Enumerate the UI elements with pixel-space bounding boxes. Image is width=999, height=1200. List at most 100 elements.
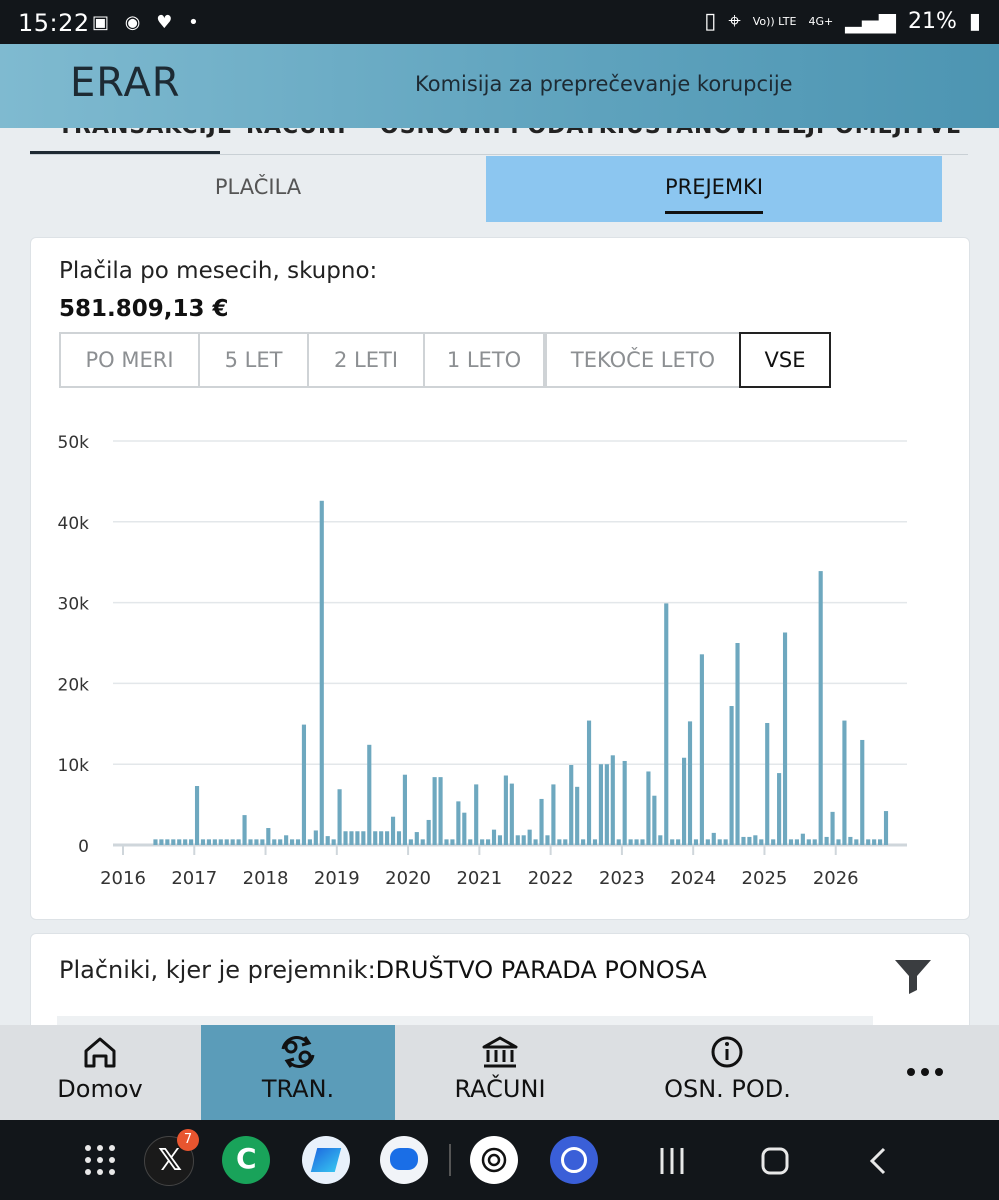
chart-bar[interactable] — [456, 801, 461, 845]
range-po-meri-button[interactable]: PO MERI — [59, 332, 200, 388]
chart-bar[interactable] — [337, 789, 342, 845]
chart-bar[interactable] — [420, 839, 425, 845]
chart-bar[interactable] — [189, 839, 194, 845]
chart-bar[interactable] — [278, 839, 283, 845]
chart-bar[interactable] — [497, 835, 503, 845]
filter-icon[interactable] — [893, 956, 933, 996]
chart-bar[interactable] — [735, 643, 740, 845]
chart-bar[interactable] — [462, 812, 467, 845]
x-app-icon[interactable]: 𝕏 7 — [144, 1129, 199, 1186]
chart-bar[interactable] — [878, 839, 883, 845]
recent-apps-icon[interactable] — [658, 1146, 686, 1176]
chart-bar[interactable] — [390, 816, 396, 845]
app-drawer-icon[interactable] — [84, 1144, 116, 1176]
chart-bar[interactable] — [777, 773, 782, 845]
back-button-icon[interactable] — [866, 1146, 890, 1176]
chart-bar[interactable] — [788, 839, 794, 845]
nav-domov[interactable]: Domov — [0, 1025, 200, 1120]
chart-bar[interactable] — [361, 831, 366, 845]
range-2-leti-button[interactable]: 2 LETI — [307, 332, 425, 388]
chart-bar[interactable] — [693, 839, 699, 845]
chart-bar[interactable] — [687, 721, 693, 845]
chart-bar[interactable] — [533, 839, 538, 845]
chart-bar[interactable] — [806, 839, 811, 845]
chart-bar[interactable] — [248, 839, 253, 845]
chart-bar[interactable] — [200, 839, 206, 845]
chart-bar[interactable] — [260, 839, 265, 845]
range-5-let-button[interactable]: 5 LET — [198, 332, 309, 388]
chart-bar[interactable] — [206, 839, 211, 845]
signal-app-icon[interactable] — [550, 1136, 598, 1184]
chart-bar[interactable] — [800, 833, 805, 845]
chart-bar[interactable] — [153, 839, 158, 845]
messages-app-icon[interactable] — [380, 1136, 428, 1184]
chart-bar[interactable] — [236, 839, 241, 845]
chart-bar[interactable] — [575, 786, 580, 845]
chart-bar[interactable] — [343, 831, 348, 845]
chart-bar[interactable] — [682, 757, 687, 845]
chart-bar[interactable] — [782, 632, 788, 845]
chart-bar[interactable] — [598, 764, 603, 845]
chart-bar[interactable] — [563, 839, 568, 845]
chart-bar[interactable] — [468, 839, 473, 845]
chart-bar[interactable] — [586, 720, 592, 845]
chart-bar[interactable] — [474, 784, 479, 845]
tab-racuni[interactable]: RAČUNI — [246, 128, 347, 139]
chart-bar[interactable] — [836, 839, 841, 845]
chart-bar[interactable] — [295, 839, 301, 845]
chart-bar[interactable] — [551, 784, 556, 845]
chart-bar[interactable] — [301, 724, 307, 845]
chart-bar[interactable] — [830, 811, 835, 845]
chart-bar[interactable] — [592, 839, 598, 845]
range-tekoce-leto-button[interactable]: TEKOČE LETO — [545, 332, 741, 388]
chart-bar[interactable] — [634, 839, 639, 845]
chart-bar[interactable] — [325, 836, 330, 845]
chart-bar[interactable] — [521, 835, 526, 845]
chart-bar[interactable] — [503, 775, 508, 845]
chart-bar[interactable] — [254, 839, 259, 845]
chart-bar[interactable] — [515, 835, 520, 845]
chart-bar[interactable] — [480, 839, 485, 845]
microsoft-app-icon[interactable] — [302, 1136, 350, 1184]
chart-bar[interactable] — [284, 835, 289, 845]
chart-bar[interactable] — [652, 795, 657, 845]
chart-bar[interactable] — [569, 765, 574, 845]
chart-bar[interactable] — [402, 774, 407, 845]
chart-bar[interactable] — [194, 786, 200, 845]
chart-bar[interactable] — [699, 654, 704, 845]
chart-bar[interactable] — [628, 839, 633, 845]
chart-bar[interactable] — [509, 783, 514, 845]
chart-bar[interactable] — [432, 777, 437, 845]
chart-bar[interactable] — [331, 839, 336, 845]
chart-bar[interactable] — [883, 811, 889, 845]
chart-bar[interactable] — [165, 839, 170, 845]
phone-app-icon[interactable]: C — [222, 1136, 270, 1184]
chart-bar[interactable] — [426, 819, 431, 845]
chart-bar[interactable] — [771, 839, 776, 845]
chart-bar[interactable] — [355, 831, 360, 845]
nav-tran[interactable]: TRAN. — [201, 1025, 395, 1120]
chart-bar[interactable] — [373, 831, 378, 845]
chart-bar[interactable] — [765, 722, 770, 845]
chart-bar[interactable] — [741, 836, 746, 845]
chart-bar[interactable] — [729, 706, 734, 845]
chart-bar[interactable] — [872, 839, 877, 845]
range-vse-button[interactable]: VSE — [739, 332, 831, 388]
chart-bar[interactable] — [414, 832, 419, 845]
tab-ustanovitelji[interactable]: USTANOVITELJI — [626, 128, 825, 139]
chart-bar[interactable] — [379, 831, 384, 845]
chart-bar[interactable] — [349, 831, 354, 845]
tab-transakcije[interactable]: TRANSAKCIJE — [58, 128, 233, 139]
chart-bar[interactable] — [604, 764, 609, 845]
nav-osn-pod[interactable]: OSN. POD. — [620, 1025, 835, 1120]
range-1-leto-button[interactable]: 1 LETO — [423, 332, 545, 388]
chart-bar[interactable] — [266, 828, 271, 845]
chart-bar[interactable] — [622, 760, 627, 845]
chart-bar[interactable] — [705, 839, 710, 845]
chart-bar[interactable] — [717, 839, 722, 845]
chart-bar[interactable] — [408, 839, 413, 845]
home-button-icon[interactable] — [760, 1146, 790, 1176]
chart-bar[interactable] — [658, 835, 663, 845]
chart-bar[interactable] — [212, 839, 217, 845]
chart-bar[interactable] — [242, 815, 247, 845]
